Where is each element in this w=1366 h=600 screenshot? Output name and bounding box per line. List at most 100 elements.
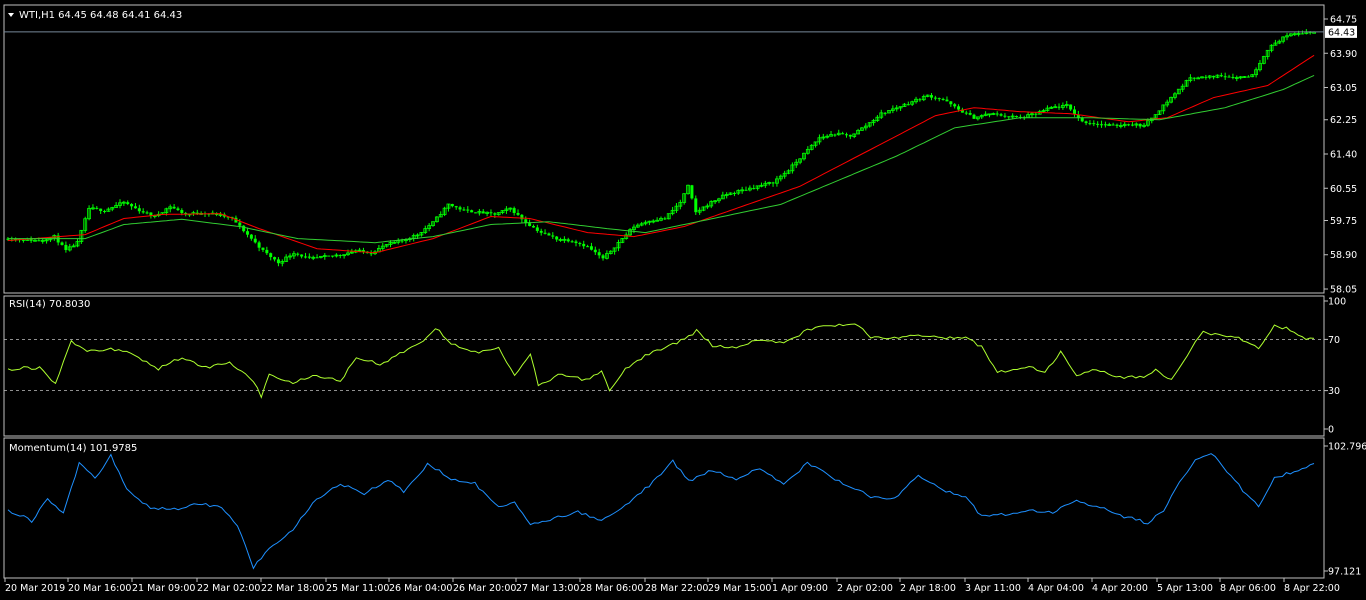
candle-body-bear: [930, 95, 934, 98]
time-tick-label: 22 Mar 02:00: [197, 583, 260, 594]
candle-body-bear: [566, 239, 570, 242]
candle-body-bear: [1227, 76, 1231, 78]
candle-body-bear: [1084, 121, 1088, 124]
candle-body-bear: [300, 254, 304, 257]
time-tick-label: 1 Apr 09:00: [772, 583, 828, 594]
candle-body-bear: [1092, 123, 1096, 125]
candle-body-bear: [242, 225, 246, 232]
candle-body-bear: [848, 134, 852, 137]
candle-body-bear: [1192, 77, 1196, 79]
candle-body-bear: [1003, 115, 1007, 117]
candle-body-bear: [999, 114, 1003, 116]
candle-body-bear: [547, 233, 551, 236]
candle-body-bear: [133, 206, 137, 209]
time-tick-label: 29 Mar 15:00: [708, 583, 771, 594]
candle-body-bear: [663, 218, 667, 220]
candle-body-bear: [137, 208, 141, 212]
candle-body-bear: [844, 134, 848, 136]
candle-body-bear: [995, 113, 999, 115]
price-tick-label: 59.75: [1330, 216, 1357, 227]
candle-body-bear: [535, 227, 539, 231]
price-tick-label: 60.55: [1330, 184, 1357, 195]
candle-body-bear: [180, 210, 184, 214]
candle-body-bear: [95, 207, 99, 209]
rsi-tick-label: 0: [1328, 425, 1334, 436]
time-tick-label: 8 Apr 22:00: [1284, 583, 1340, 594]
price-tick-label: 62.25: [1330, 115, 1357, 126]
time-tick-label: 21 Mar 09:00: [132, 583, 195, 594]
candle-body-bear: [1130, 124, 1134, 126]
candle-body-bear: [694, 198, 698, 213]
candle-body-bear: [257, 242, 261, 248]
candle-body-bear: [145, 212, 149, 214]
candle-body-bear: [937, 98, 941, 100]
candle-body-bear: [582, 243, 586, 247]
candle-body-bear: [528, 223, 532, 227]
rsi-title: RSI(14) 70.8030: [9, 299, 90, 310]
time-tick-label: 26 Mar 20:00: [453, 583, 516, 594]
candle-body-bear: [555, 236, 559, 240]
price-tick-label: 58.05: [1330, 285, 1357, 296]
candle-body-bear: [450, 204, 454, 207]
candle-body-bear: [574, 241, 578, 244]
candle-body-bear: [21, 239, 25, 241]
trading-chart[interactable]: WTI,H1 64.45 64.48 64.41 64.43 64.75 63.9…: [0, 0, 1366, 600]
candle-body-bear: [1080, 117, 1084, 122]
candle-body-bear: [1103, 124, 1107, 126]
candle-body-bear: [1223, 76, 1227, 78]
rsi-tick-label: 100: [1328, 297, 1346, 308]
candle-body-bear: [906, 104, 910, 106]
rsi-tick-label: 70: [1328, 335, 1340, 346]
candle-body-bear: [512, 208, 516, 213]
candle-body-bear: [933, 97, 937, 99]
candle-body-bear: [1007, 116, 1011, 118]
candle-body-bear: [454, 206, 458, 208]
price-tick-label: 58.90: [1330, 250, 1357, 261]
time-tick-label: 2 Apr 02:00: [837, 583, 893, 594]
candle-body-bear: [315, 257, 319, 259]
candle-body-bear: [964, 112, 968, 114]
candle-body-bear: [273, 257, 277, 260]
candle-body-bear: [833, 134, 837, 136]
price-tick-label: 63.05: [1330, 83, 1357, 94]
candle-body-bear: [141, 211, 145, 213]
candle-body-bear: [481, 211, 485, 214]
candle-body-bear: [531, 226, 535, 228]
candle-body-bear: [1069, 104, 1073, 110]
rsi-tick-label: 30: [1328, 386, 1340, 397]
candle-body-bear: [253, 238, 257, 243]
price-tick-label: 64.75: [1330, 15, 1357, 26]
candle-body-bear: [176, 208, 180, 211]
candle-body-bear: [597, 252, 601, 256]
time-tick-label: 20 Mar 16:00: [68, 583, 131, 594]
candle-body-bear: [238, 222, 242, 226]
candle-body-bear: [462, 209, 466, 211]
candle-body-bear: [400, 240, 404, 242]
candle-body-bear: [37, 240, 41, 242]
candle-body-bear: [303, 256, 307, 258]
time-tick-label: 26 Mar 04:00: [389, 583, 452, 594]
candle-body-bear: [1115, 124, 1119, 126]
candle-body-bear: [99, 208, 103, 212]
candle-body-bear: [64, 244, 68, 250]
time-tick-label: 28 Mar 06:00: [580, 583, 643, 594]
candle-body-bear: [1088, 123, 1092, 125]
candle-body-bear: [466, 209, 470, 211]
momentum-tick-label: 102.7963: [1328, 442, 1366, 453]
candle-body-bear: [474, 212, 478, 214]
candle-body-bear: [957, 106, 961, 110]
candle-body-bear: [918, 99, 922, 101]
candle-body-bear: [945, 99, 949, 102]
candle-body-bear: [1246, 76, 1250, 78]
price-tick-label: 61.40: [1330, 150, 1357, 161]
candle-body-bear: [1219, 75, 1223, 77]
candle-body-bear: [941, 98, 945, 100]
candle-body-bear: [246, 231, 250, 235]
candle-body-bear: [601, 255, 605, 259]
candle-body-bear: [130, 204, 134, 207]
candle-body-bear: [883, 112, 887, 114]
candle-body-bear: [752, 188, 756, 190]
candle-body-bear: [60, 242, 64, 245]
candle-body-bear: [1057, 106, 1061, 108]
candle-body-bear: [1204, 76, 1208, 78]
